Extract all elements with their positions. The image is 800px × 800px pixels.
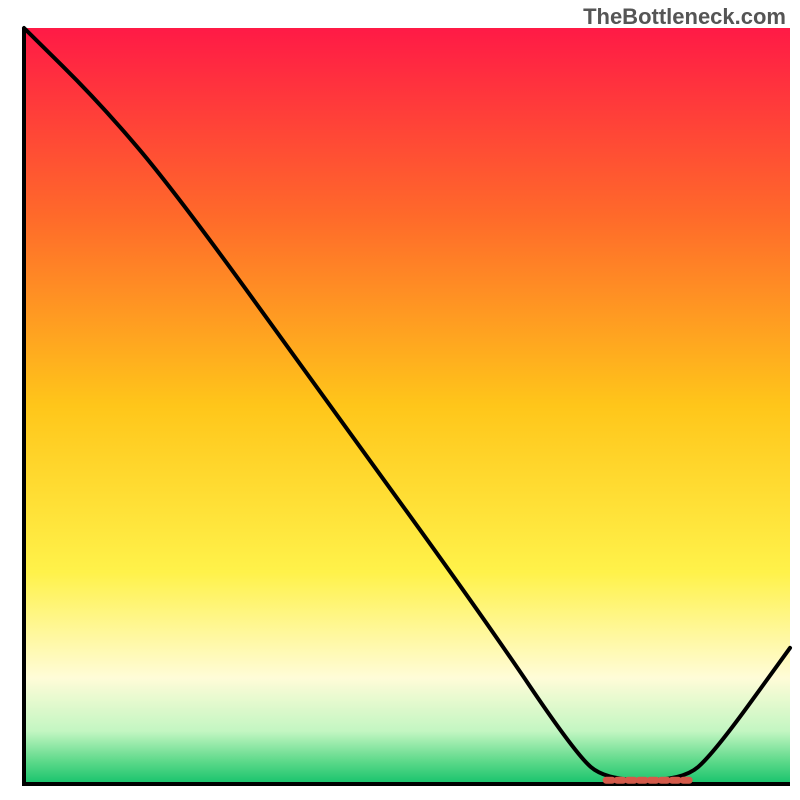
plot-background	[24, 28, 790, 784]
bottleneck-chart	[0, 0, 800, 800]
chart-container: TheBottleneck.com	[0, 0, 800, 800]
watermark-text: TheBottleneck.com	[583, 4, 786, 30]
